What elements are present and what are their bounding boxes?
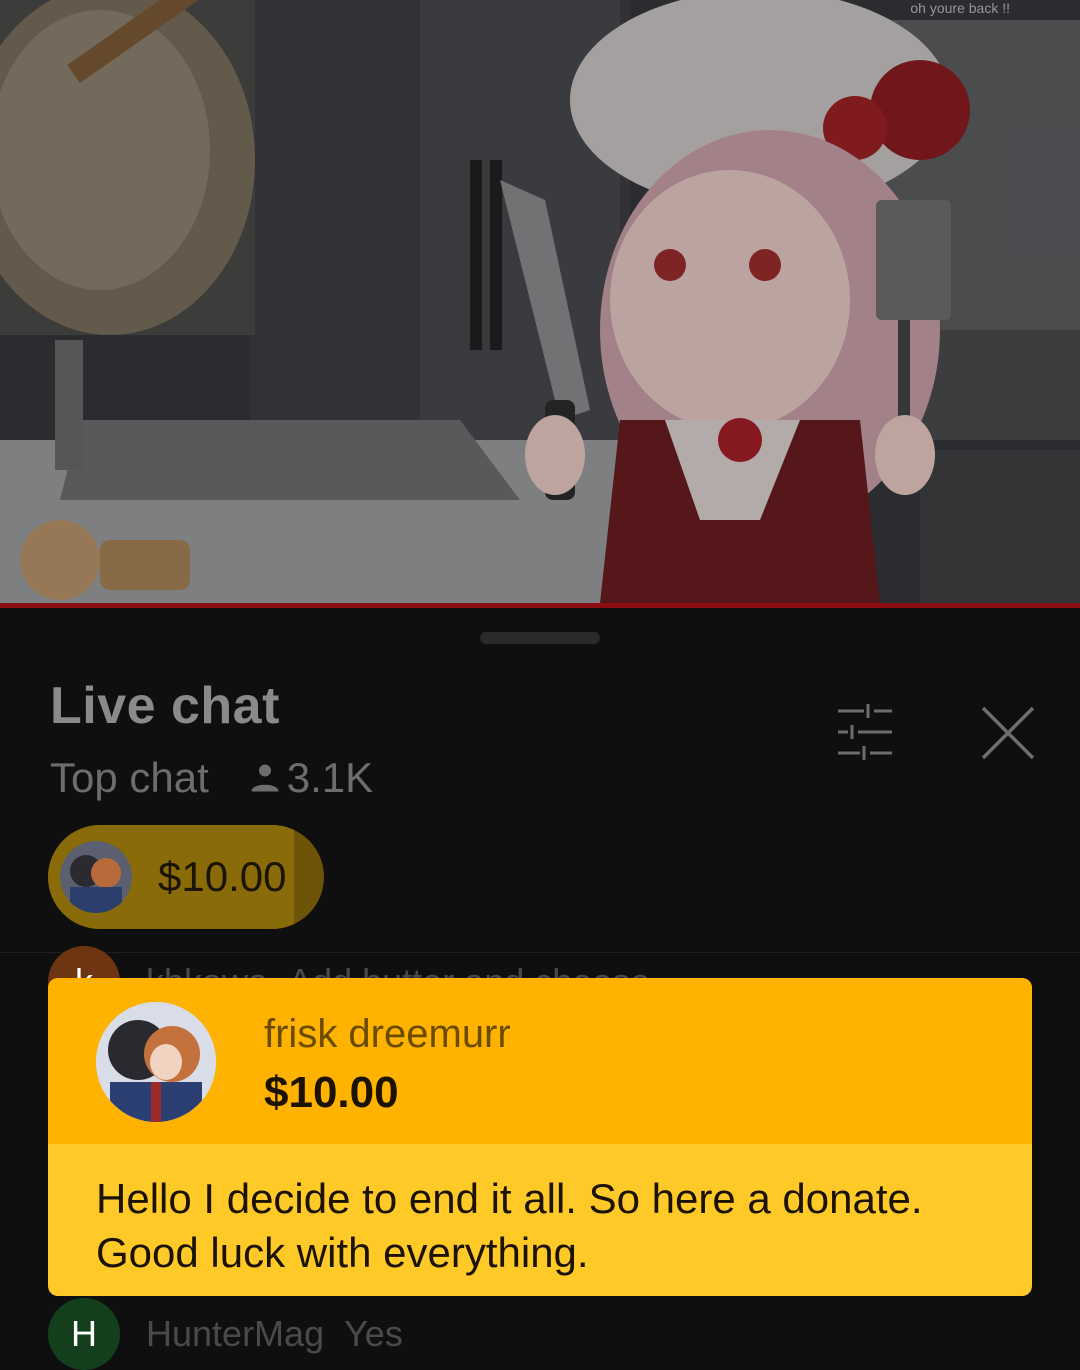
chat-mode-selector[interactable]: Top chat 3.1K: [50, 754, 373, 802]
user-avatar-image: [96, 1002, 216, 1122]
superchat-amount: $10.00: [264, 1068, 399, 1117]
panel-title: Live chat: [50, 677, 280, 735]
superchat-message: Hello I decide to end it all. So here a …: [96, 1175, 923, 1276]
avatar: [60, 841, 132, 913]
avatar: H: [48, 1298, 120, 1370]
ticker-amount: $10.00: [158, 853, 287, 900]
superchat-ticker-chip[interactable]: $10.00: [48, 825, 324, 929]
video-player[interactable]: oh youre back !!: [0, 0, 1080, 603]
user-avatar-image: [60, 841, 132, 913]
chat-message[interactable]: H HunterMag Yes: [48, 1298, 403, 1370]
chat-author: HunterMag: [146, 1313, 325, 1354]
chat-mode-label: Top chat: [50, 754, 209, 801]
filter-button[interactable]: [830, 703, 900, 761]
superchat-header: frisk dreemurr $10.00: [48, 978, 1032, 1144]
superchat-card[interactable]: frisk dreemurr $10.00 Hello I decide to …: [48, 978, 1032, 1296]
overlay-line: oh youre back !!: [910, 0, 1010, 16]
avatar: [96, 1002, 216, 1122]
stream-overlay-chat: oh youre back !!: [910, 0, 1010, 16]
drag-handle[interactable]: [480, 632, 600, 644]
viewer-count-value: 3.1K: [286, 754, 374, 801]
superchat-author: frisk dreemurr: [264, 1012, 511, 1056]
tune-icon: [838, 704, 892, 760]
chat-text: Yes: [344, 1313, 403, 1354]
close-button[interactable]: [975, 700, 1041, 766]
viewer-count: 3.1K: [247, 754, 373, 802]
person-icon: [251, 764, 279, 792]
close-icon: [981, 706, 1035, 760]
